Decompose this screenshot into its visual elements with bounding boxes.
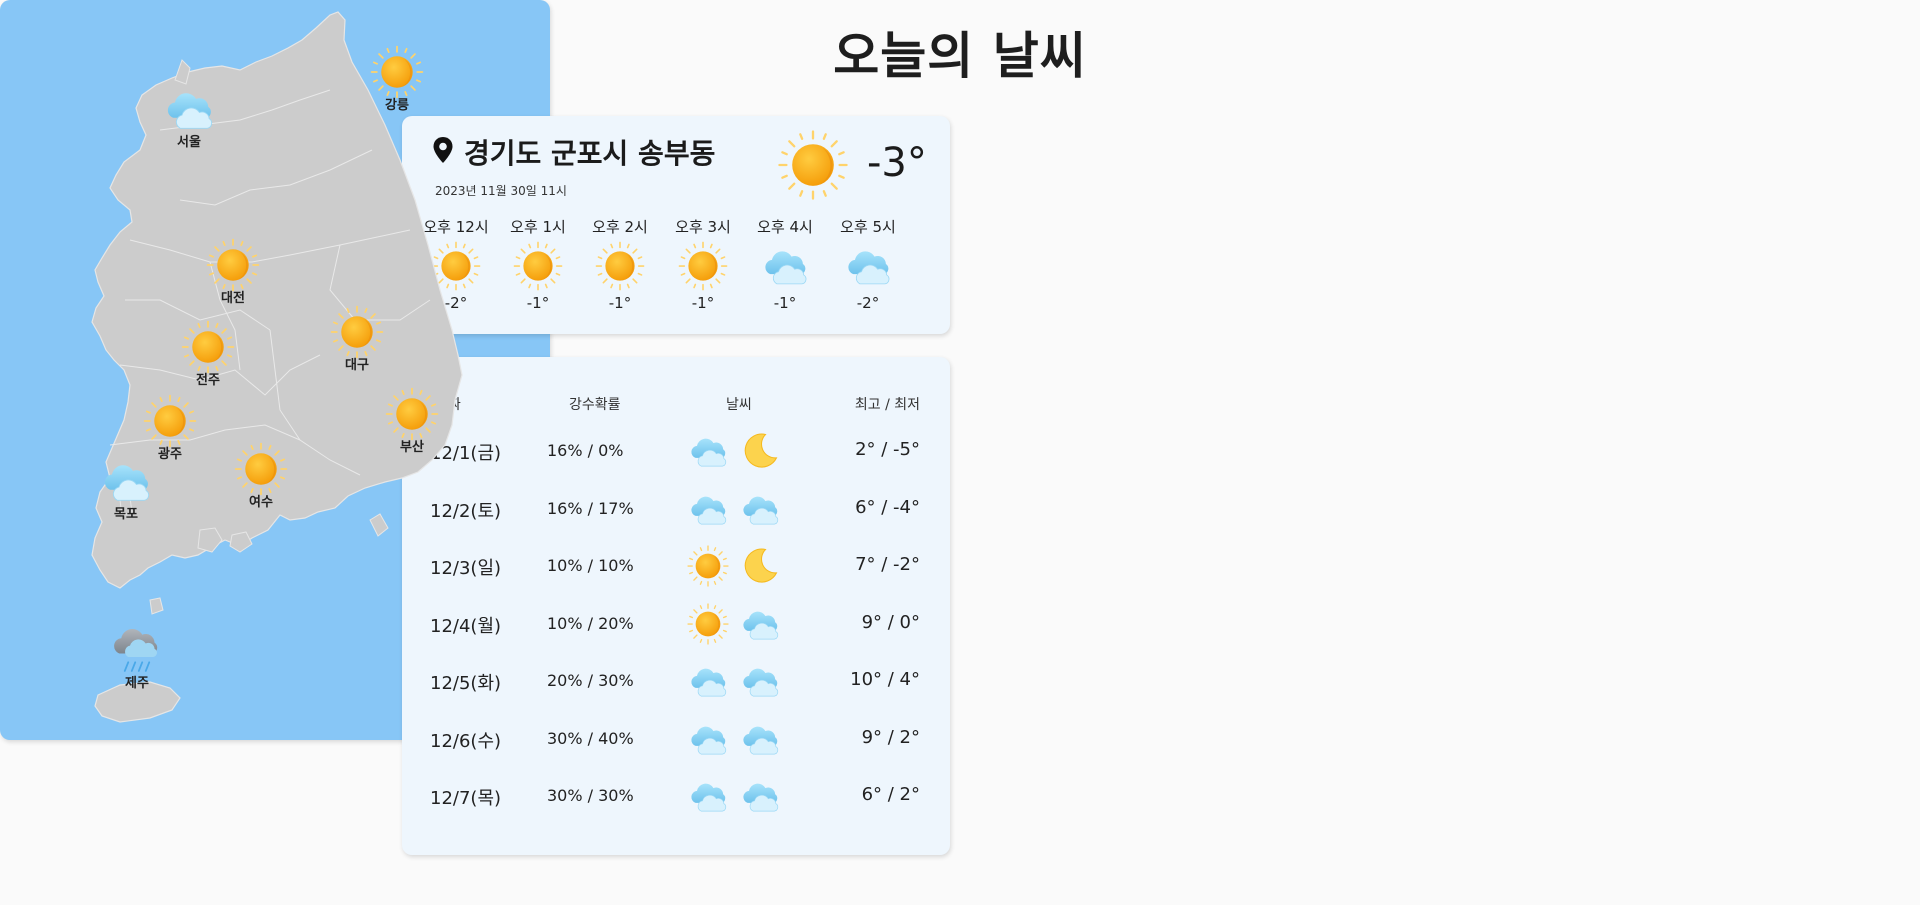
hour-label: 오후 3시 bbox=[675, 218, 731, 236]
korea-map-shape bbox=[91, 11, 463, 723]
high-low-temp: 10° / 4° bbox=[850, 669, 920, 690]
hour-temp: -1° bbox=[773, 294, 797, 312]
high-low-temp: 6° / 2° bbox=[861, 784, 920, 805]
sunny-icon bbox=[592, 240, 648, 292]
sunny-icon bbox=[686, 544, 730, 588]
high-low-temp: 2° / -5° bbox=[855, 439, 920, 460]
sunny-icon bbox=[776, 128, 850, 202]
sunny-icon bbox=[675, 240, 731, 292]
city-name: 제주 bbox=[125, 676, 149, 691]
moon-icon bbox=[738, 544, 782, 588]
hourly-item: 오후 5시 -2° bbox=[828, 216, 908, 326]
high-low-temp: 7° / -2° bbox=[855, 554, 920, 575]
cloudy-icon bbox=[686, 717, 730, 761]
city-marker-jeju: 제주 bbox=[97, 622, 177, 691]
sunny-icon bbox=[178, 319, 238, 375]
high-low-temp: 9° / 2° bbox=[861, 727, 920, 748]
city-name: 목포 bbox=[114, 507, 138, 522]
rain-chance: 16% / 0% bbox=[547, 441, 624, 460]
rain-chance: 10% / 10% bbox=[547, 556, 634, 575]
sunny-icon bbox=[140, 393, 200, 449]
cloudy-icon bbox=[96, 453, 156, 509]
city-marker-daegu: 대구 bbox=[317, 304, 397, 373]
hour-temp: -1° bbox=[691, 294, 715, 312]
hourly-item: 오후 2시 -1° bbox=[580, 216, 660, 326]
rain-chance: 30% / 40% bbox=[547, 729, 634, 748]
city-name: 여수 bbox=[249, 495, 273, 510]
current-temperature: -3° bbox=[867, 140, 927, 186]
rain-chance: 20% / 30% bbox=[547, 671, 634, 690]
city-name: 강릉 bbox=[385, 98, 409, 113]
hourly-item: 오후 3시 -1° bbox=[663, 216, 743, 326]
cloudy-icon bbox=[757, 240, 813, 292]
city-marker-jeonju: 전주 bbox=[168, 319, 248, 388]
rain-chance: 10% / 20% bbox=[547, 614, 634, 633]
city-marker-seoul: 서울 bbox=[149, 81, 229, 150]
cloudy-icon bbox=[738, 659, 782, 703]
hour-label: 오후 2시 bbox=[592, 218, 648, 236]
header-weather: 날씨 bbox=[726, 397, 752, 413]
hour-label: 오후 5시 bbox=[840, 218, 896, 236]
city-marker-yeosu: 여수 bbox=[221, 441, 301, 510]
rain-icon bbox=[107, 622, 167, 678]
cloudy-icon bbox=[159, 81, 219, 137]
city-name: 대구 bbox=[345, 358, 369, 373]
korea-weather-map: 서울 강릉 대전 전주 대구 광주 부산 목포 여수 제주 bbox=[0, 0, 550, 740]
cloudy-icon bbox=[738, 602, 782, 646]
rain-chance: 16% / 17% bbox=[547, 499, 634, 518]
cloudy-icon bbox=[686, 774, 730, 818]
cloudy-icon bbox=[738, 717, 782, 761]
high-low-temp: 6° / -4° bbox=[855, 497, 920, 518]
city-marker-busan: 부산 bbox=[372, 386, 452, 455]
sunny-icon bbox=[686, 602, 730, 646]
city-marker-daejeon: 대전 bbox=[193, 237, 273, 306]
sunny-icon bbox=[382, 386, 442, 442]
city-name: 서울 bbox=[177, 135, 201, 150]
hour-label: 오후 4시 bbox=[757, 218, 813, 236]
sunny-icon bbox=[203, 237, 263, 293]
header-rain: 강수확률 bbox=[569, 397, 621, 413]
city-name: 부산 bbox=[400, 440, 424, 455]
header-temp: 최고 / 최저 bbox=[854, 397, 920, 413]
city-marker-gangneung: 강릉 bbox=[357, 44, 437, 113]
forecast-row: 12/7(목) 30% / 30% 6° / 2° bbox=[402, 768, 950, 824]
moon-icon bbox=[738, 429, 782, 473]
cloudy-icon bbox=[738, 774, 782, 818]
high-low-temp: 9° / 0° bbox=[861, 612, 920, 633]
city-name: 대전 bbox=[221, 291, 245, 306]
sunny-icon bbox=[231, 441, 291, 497]
rain-chance: 30% / 30% bbox=[547, 786, 634, 805]
city-marker-gwangju: 광주 bbox=[130, 393, 210, 462]
hour-temp: -1° bbox=[608, 294, 632, 312]
cloudy-icon bbox=[686, 659, 730, 703]
cloudy-icon bbox=[686, 429, 730, 473]
sunny-icon bbox=[327, 304, 387, 360]
city-name: 전주 bbox=[196, 373, 220, 388]
city-marker-mokpo: 목포 bbox=[86, 453, 166, 522]
cloudy-icon bbox=[738, 487, 782, 531]
hour-temp: -2° bbox=[856, 294, 880, 312]
cloudy-icon bbox=[686, 487, 730, 531]
forecast-date: 12/7(목) bbox=[430, 788, 502, 809]
cloudy-icon bbox=[840, 240, 896, 292]
hourly-item: 오후 4시 -1° bbox=[745, 216, 825, 326]
sunny-icon bbox=[367, 44, 427, 100]
